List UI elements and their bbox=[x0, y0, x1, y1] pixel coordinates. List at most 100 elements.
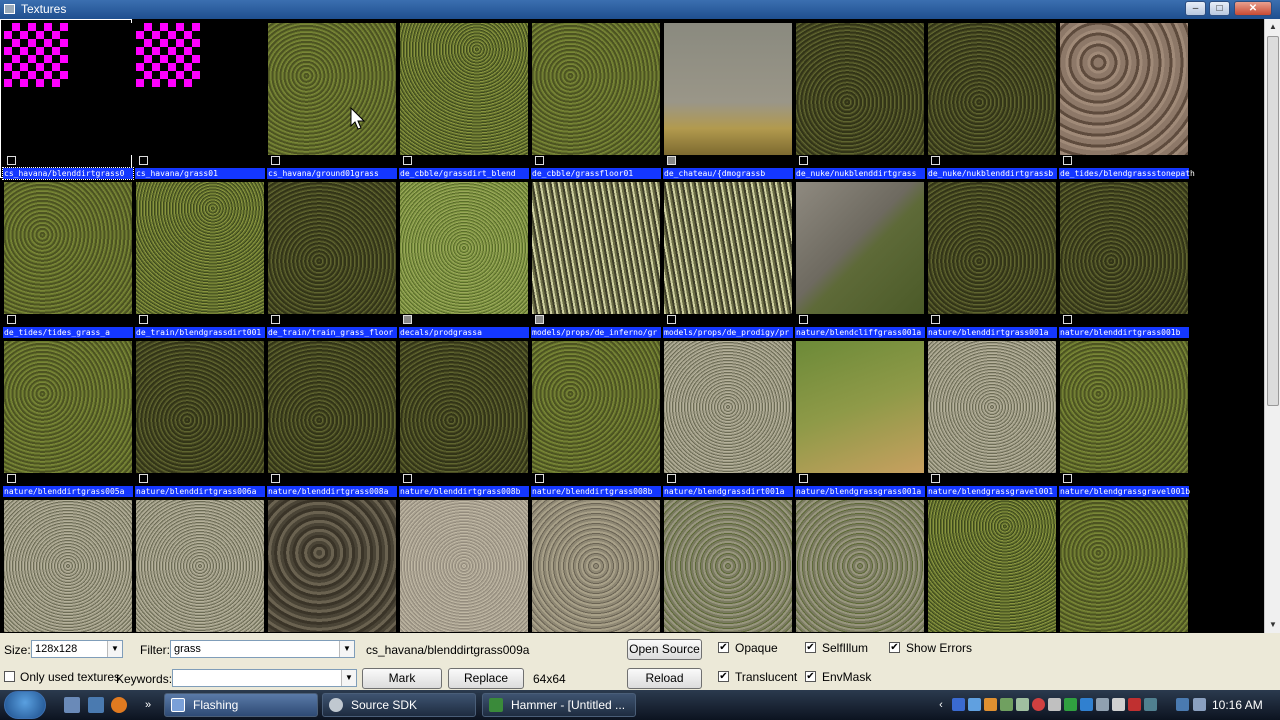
texture-tile[interactable]: decals/prodgrassa bbox=[396, 178, 529, 338]
switch-windows-icon[interactable] bbox=[88, 697, 104, 713]
chevron-down-icon[interactable]: ▼ bbox=[107, 641, 122, 657]
chevron-down-icon[interactable]: ▼ bbox=[341, 670, 356, 686]
texture-tile[interactable]: cs_havana/blenddirtgrass0 bbox=[0, 19, 134, 180]
window-icon[interactable] bbox=[4, 4, 15, 14]
texture-marker bbox=[1063, 156, 1072, 165]
minimize-button[interactable]: – bbox=[1185, 1, 1206, 16]
texture-tile[interactable]: nature/blendcliffgrass001a bbox=[792, 178, 925, 338]
texture-tile[interactable]: de_nuke/nukblenddirtgrass bbox=[792, 19, 925, 179]
texture-marker bbox=[403, 315, 412, 324]
texture-thumbnail bbox=[664, 23, 792, 155]
texture-tile[interactable]: cs_havana/grass01 bbox=[132, 19, 265, 179]
texture-tile[interactable]: nature/blendgrassgravel001b bbox=[1056, 337, 1190, 497]
keywords-combo[interactable]: ▼ bbox=[172, 669, 357, 687]
tray-icon[interactable] bbox=[1080, 698, 1093, 711]
show-desktop-icon[interactable] bbox=[64, 697, 80, 713]
size-select-value: 128x128 bbox=[35, 643, 78, 655]
tray-expand-icon[interactable]: ‹ bbox=[933, 697, 949, 713]
close-button[interactable]: ✕ bbox=[1234, 1, 1272, 16]
scroll-up-arrow[interactable]: ▲ bbox=[1265, 19, 1280, 35]
texture-tile[interactable]: cs_havana/ground01grass bbox=[264, 19, 397, 179]
more-quicklaunch-icon[interactable]: » bbox=[140, 697, 156, 713]
texture-marker bbox=[799, 156, 808, 165]
texture-tile[interactable]: de_tides/tides_grass_a bbox=[0, 178, 133, 338]
texture-tile[interactable]: de_cbble/grassfloor01 bbox=[528, 19, 661, 179]
tray-icon[interactable] bbox=[1032, 698, 1045, 711]
texture-tile[interactable] bbox=[0, 496, 132, 633]
window-title: Textures bbox=[21, 2, 67, 16]
texture-thumbnail bbox=[4, 182, 132, 314]
texture-tile[interactable]: nature/blendgrassgravel001 bbox=[924, 337, 1057, 497]
task-flashing[interactable]: Flashing bbox=[164, 693, 318, 717]
texture-marker bbox=[535, 315, 544, 324]
texture-tile[interactable]: models/props/de_inferno/gr bbox=[528, 178, 661, 338]
filter-label: Filter: bbox=[140, 643, 170, 657]
texture-tile[interactable]: de_train/train_grass_floor bbox=[264, 178, 397, 338]
tray-icon[interactable] bbox=[1016, 698, 1029, 711]
tray-icon[interactable] bbox=[1000, 698, 1013, 711]
steam-tray-icon[interactable] bbox=[1048, 698, 1061, 711]
texture-tile[interactable]: nature/blenddirtgrass008b bbox=[396, 337, 529, 497]
texture-tile[interactable]: nature/blenddirtgrass005a bbox=[0, 337, 133, 497]
texture-tile[interactable]: nature/blendgrassdirt001a bbox=[660, 337, 793, 497]
texture-tile[interactable]: nature/blenddirtgrass008b bbox=[528, 337, 661, 497]
scroll-down-arrow[interactable]: ▼ bbox=[1265, 617, 1280, 633]
texture-tile[interactable]: de_chateau/{dmograssb bbox=[660, 19, 793, 179]
mouse-cursor-icon bbox=[350, 107, 366, 130]
texture-thumbnail bbox=[4, 500, 132, 632]
texture-tile[interactable] bbox=[660, 496, 792, 633]
vertical-scrollbar[interactable]: ▲ ▼ bbox=[1264, 19, 1280, 633]
filter-combo[interactable]: grass ▼ bbox=[170, 640, 355, 658]
tray-icon[interactable] bbox=[1128, 698, 1141, 711]
mark-button[interactable]: Mark bbox=[362, 668, 442, 689]
texture-marker bbox=[667, 474, 676, 483]
translucent-checkbox[interactable]: ✔ bbox=[718, 671, 729, 682]
selfillum-checkbox[interactable]: ✔ bbox=[805, 642, 816, 653]
texture-tile[interactable]: nature/blenddirtgrass006a bbox=[132, 337, 265, 497]
scroll-thumb[interactable] bbox=[1267, 36, 1279, 406]
firefox-icon[interactable] bbox=[111, 697, 127, 713]
texture-tile[interactable] bbox=[924, 496, 1056, 633]
texture-tile[interactable]: nature/blendgrassgrass001a bbox=[792, 337, 925, 497]
texture-tile[interactable]: nature/blenddirtgrass008a bbox=[264, 337, 397, 497]
chevron-down-icon[interactable]: ▼ bbox=[339, 641, 354, 657]
tray-icon[interactable] bbox=[1064, 698, 1077, 711]
tray-icon[interactable] bbox=[1096, 698, 1109, 711]
texture-tile[interactable]: nature/blenddirtgrass001a bbox=[924, 178, 1057, 338]
tray-icon[interactable] bbox=[952, 698, 965, 711]
texture-tile[interactable]: de_nuke/nukblenddirtgrassb bbox=[924, 19, 1057, 179]
start-button[interactable] bbox=[4, 691, 46, 719]
envmask-checkbox[interactable]: ✔ bbox=[805, 671, 816, 682]
texture-marker bbox=[271, 156, 280, 165]
tray-icon[interactable] bbox=[968, 698, 981, 711]
only-used-textures-checkbox[interactable] bbox=[4, 671, 15, 682]
opaque-checkbox[interactable]: ✔ bbox=[718, 642, 729, 653]
texture-tile[interactable] bbox=[1056, 496, 1188, 633]
clock[interactable]: 10:16 AM bbox=[1212, 698, 1263, 712]
size-select[interactable]: 128x128 ▼ bbox=[31, 640, 123, 658]
texture-tile[interactable] bbox=[528, 496, 660, 633]
texture-thumbnail bbox=[400, 341, 528, 473]
tray-icon[interactable] bbox=[1112, 698, 1125, 711]
show-errors-checkbox[interactable]: ✔ bbox=[889, 642, 900, 653]
texture-thumbnail bbox=[664, 341, 792, 473]
tray-icon[interactable] bbox=[1144, 698, 1157, 711]
network-icon[interactable] bbox=[1176, 698, 1189, 711]
task-source-sdk[interactable]: Source SDK bbox=[322, 693, 476, 717]
texture-tile[interactable] bbox=[792, 496, 924, 633]
task-hammer[interactable]: Hammer - [Untitled ... bbox=[482, 693, 636, 717]
maximize-button[interactable]: □ bbox=[1209, 1, 1230, 16]
texture-tile[interactable] bbox=[132, 496, 264, 633]
texture-tile[interactable] bbox=[264, 496, 396, 633]
tray-icon[interactable] bbox=[984, 698, 997, 711]
volume-icon[interactable] bbox=[1193, 698, 1206, 711]
texture-tile[interactable]: de_cbble/grassdirt_blend bbox=[396, 19, 529, 179]
open-source-button[interactable]: Open Source bbox=[627, 639, 702, 660]
texture-tile[interactable]: nature/blenddirtgrass001b bbox=[1056, 178, 1189, 338]
texture-tile[interactable] bbox=[396, 496, 528, 633]
texture-tile[interactable]: de_tides/blendgrassstonepath bbox=[1056, 19, 1195, 179]
replace-button[interactable]: Replace bbox=[448, 668, 524, 689]
texture-tile[interactable]: de_train/blendgrassdirt001 bbox=[132, 178, 265, 338]
texture-tile[interactable]: models/props/de_prodigy/pr bbox=[660, 178, 793, 338]
reload-button[interactable]: Reload bbox=[627, 668, 702, 689]
